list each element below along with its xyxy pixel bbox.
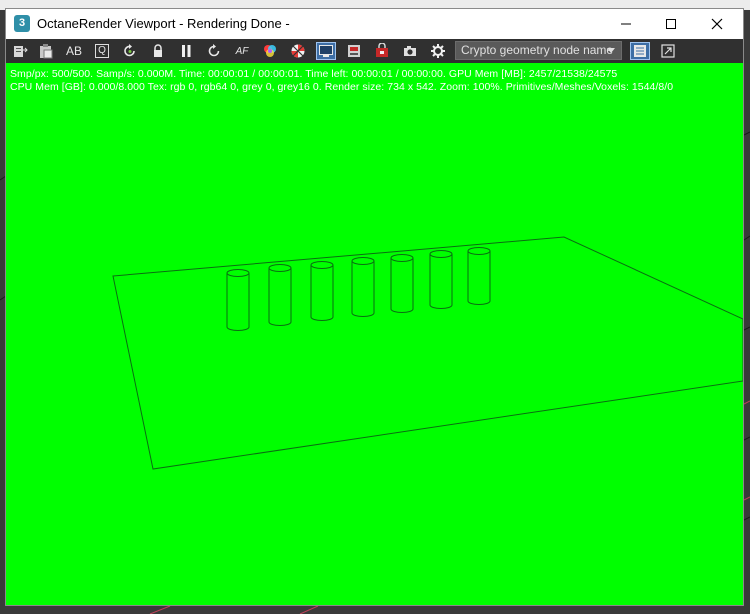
quick-render-icon: Q — [95, 44, 109, 58]
cylinder-3 — [310, 261, 334, 321]
minimize-icon — [621, 23, 631, 25]
camera-icon — [404, 46, 416, 56]
chevron-down-icon — [607, 48, 615, 53]
list-view-button[interactable] — [630, 42, 650, 60]
close-button[interactable] — [694, 9, 740, 39]
cylinder-4 — [351, 257, 375, 317]
clipboard-button[interactable] — [36, 42, 56, 60]
restart-render-icon — [124, 44, 135, 57]
camera-button[interactable] — [400, 42, 420, 60]
title-bar[interactable]: 3 OctaneRender Viewport - Rendering Done… — [6, 9, 743, 39]
material-picker-button[interactable] — [288, 42, 308, 60]
material-picker-icon — [291, 44, 305, 58]
viewport-lock-icon — [376, 43, 388, 57]
window-title: OctaneRender Viewport - Rendering Done - — [37, 16, 290, 31]
lock-icon — [154, 44, 162, 57]
expand-view-button[interactable] — [658, 42, 678, 60]
clipboard-icon — [40, 44, 53, 59]
film-region-button[interactable] — [344, 42, 364, 60]
ab-compare-icon: AB — [65, 44, 82, 58]
expand-icon — [661, 44, 675, 58]
color-picker-button[interactable] — [260, 42, 280, 60]
maximize-button[interactable] — [648, 9, 694, 39]
render-scene — [112, 236, 743, 470]
cylinder-2 — [268, 264, 292, 326]
restart-render-button[interactable] — [120, 42, 140, 60]
color-picker-icon — [264, 45, 276, 57]
recompile-icon — [208, 44, 220, 57]
autofocus-button[interactable]: AF — [232, 42, 252, 60]
app-icon: 3 — [14, 15, 30, 32]
toolbar: AB Q AF Crypto geometry node name — [6, 39, 743, 63]
close-icon — [711, 18, 723, 30]
cylinder-6 — [429, 250, 453, 309]
ground-plane — [112, 236, 743, 470]
cylinder-5 — [390, 254, 414, 313]
minimize-button[interactable] — [603, 9, 649, 39]
export-button[interactable] — [10, 42, 30, 60]
autofocus-icon: AF — [235, 45, 249, 57]
export-icon — [14, 46, 28, 57]
pause-button[interactable] — [176, 42, 196, 60]
region-render-icon — [319, 45, 333, 57]
maximize-icon — [666, 19, 676, 29]
crypto-geometry-select[interactable]: Crypto geometry node name — [455, 41, 622, 60]
lock-button[interactable] — [148, 42, 168, 60]
quick-render-button[interactable]: Q — [92, 42, 112, 60]
list-view-icon — [634, 45, 646, 57]
recompile-button[interactable] — [204, 42, 224, 60]
octane-viewport-window: 3 OctaneRender Viewport - Rendering Done… — [5, 8, 744, 606]
render-viewport[interactable]: Smp/px: 500/500. Samp/s: 0.000M. Time: 0… — [6, 63, 743, 605]
cylinder-7 — [467, 247, 491, 305]
settings-icon — [431, 44, 445, 58]
render-stats-line-2: CPU Mem [GB]: 0.000/8.000 Tex: rgb 0, rg… — [10, 81, 674, 93]
settings-button[interactable] — [428, 42, 448, 60]
render-stats-line-1: Smp/px: 500/500. Samp/s: 0.000M. Time: 0… — [10, 68, 618, 80]
crypto-select-value: Crypto geometry node name — [461, 43, 614, 57]
film-region-icon — [348, 45, 360, 57]
cylinder-1 — [226, 269, 250, 331]
region-render-button[interactable] — [316, 42, 336, 60]
ab-compare-button[interactable]: AB — [64, 42, 84, 60]
viewport-lock-button[interactable] — [372, 42, 392, 60]
pause-icon — [182, 45, 191, 57]
